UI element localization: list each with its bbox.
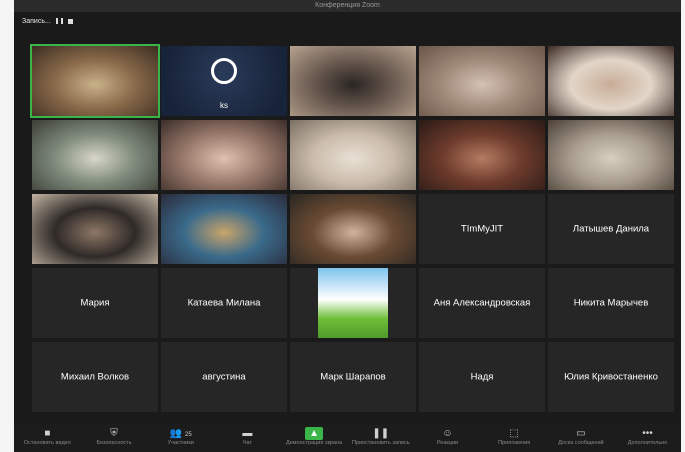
participant-tile[interactable] — [548, 46, 674, 116]
participant-name: TImMyJIT — [460, 223, 504, 235]
stop-video-button[interactable]: ■ Остановить видео — [19, 427, 75, 446]
window-title: Конференция Zoom — [14, 0, 681, 12]
apps-icon: ⬚ — [509, 428, 519, 439]
participant-video — [290, 120, 416, 190]
reactions-icon: ☺ — [442, 428, 453, 439]
participant-tile[interactable] — [290, 46, 416, 116]
participants-button[interactable]: 👥 25 Участники — [153, 427, 209, 446]
participant-tile[interactable]: Марк Шарапов — [290, 342, 416, 412]
profile-image — [318, 268, 388, 338]
more-button[interactable]: ••• Дополнительно — [620, 427, 676, 446]
participant-video — [290, 194, 416, 264]
whiteboard-button[interactable]: ▭ Доска сообщений — [553, 427, 609, 446]
participant-tile[interactable] — [290, 194, 416, 264]
participant-tile[interactable] — [290, 268, 416, 338]
participant-tile[interactable]: TImMyJIT — [419, 194, 545, 264]
video-camera-icon: ■ — [44, 428, 51, 439]
participant-name: Никита Марычев — [573, 297, 649, 309]
participant-name: августина — [202, 371, 246, 383]
participant-tile[interactable] — [30, 44, 160, 118]
participant-tile[interactable]: ks — [161, 46, 287, 116]
recording-indicator: Запись... — [22, 15, 73, 27]
participant-video — [548, 120, 674, 190]
participant-name: Латышев Данила — [572, 223, 650, 235]
chat-icon: ▬ — [242, 428, 253, 439]
participant-tile[interactable] — [548, 120, 674, 190]
participant-video — [161, 194, 287, 264]
participant-name: Михаил Волков — [60, 371, 130, 383]
meeting-toolbar: ■ Остановить видео ⛨ Безопасность 👥 25 У… — [14, 424, 681, 452]
participant-tile[interactable] — [32, 194, 158, 264]
participant-tile[interactable] — [290, 120, 416, 190]
participant-name: Юлия Кривостаненко — [564, 371, 658, 383]
whiteboard-icon: ▭ — [576, 428, 586, 439]
participant-video — [32, 120, 158, 190]
participant-tile[interactable]: Надя — [419, 342, 545, 412]
pause-record-icon: ❚❚ — [372, 428, 390, 439]
participant-tile[interactable] — [161, 194, 287, 264]
participants-icon: 👥 — [169, 428, 183, 439]
participant-video — [419, 46, 545, 116]
participant-name: Надя — [470, 371, 494, 383]
participants-count: 25 — [184, 432, 192, 438]
participant-video: ks — [161, 46, 287, 116]
participant-video — [419, 120, 545, 190]
participant-tile[interactable]: Катаева Милана — [161, 268, 287, 338]
participant-video — [290, 46, 416, 116]
recording-label: Запись... — [22, 17, 51, 25]
more-icon: ••• — [642, 428, 653, 439]
participant-tile[interactable]: Юлия Кривостаненко — [548, 342, 674, 412]
participant-video — [548, 46, 674, 116]
shield-icon: ⛨ — [110, 428, 118, 439]
obs-logo-icon — [211, 58, 237, 84]
participant-tile[interactable]: Никита Марычев — [548, 268, 674, 338]
share-screen-button[interactable]: ▲ Демонстрация экрана — [286, 427, 342, 446]
security-button[interactable]: ⛨ Безопасность — [86, 427, 142, 446]
zoom-window: Конференция Zoom Запись... ks TImMyJIT Лат… — [14, 0, 681, 452]
participant-tile[interactable]: Михаил Волков — [32, 342, 158, 412]
share-screen-icon: ▲ — [305, 427, 324, 440]
participant-video — [161, 120, 287, 190]
participant-video — [32, 194, 158, 264]
participant-tile[interactable] — [419, 120, 545, 190]
participant-video — [32, 46, 158, 116]
participant-tile[interactable]: Аня Александровская — [419, 268, 545, 338]
participant-tile[interactable] — [161, 120, 287, 190]
pause-icon[interactable] — [55, 18, 63, 24]
participant-tile[interactable] — [419, 46, 545, 116]
stop-icon[interactable] — [67, 18, 73, 24]
participant-tile[interactable]: Латышев Данила — [548, 194, 674, 264]
participant-name: Марк Шарапов — [320, 371, 386, 383]
participant-tile[interactable] — [32, 120, 158, 190]
participant-name: Аня Александровская — [433, 297, 531, 309]
chat-button[interactable]: ▬ Чат — [219, 427, 275, 446]
participant-label: ks — [220, 101, 228, 110]
participant-tile[interactable]: Мария — [32, 268, 158, 338]
participant-tile[interactable]: августина — [161, 342, 287, 412]
pause-recording-button[interactable]: ❚❚ Приостановить запись — [352, 427, 410, 446]
reactions-button[interactable]: ☺ Реакции — [419, 427, 475, 446]
apps-button[interactable]: ⬚ Приложения — [486, 427, 542, 446]
participant-name: Мария — [80, 297, 110, 309]
participant-name: Катаева Милана — [187, 297, 261, 309]
